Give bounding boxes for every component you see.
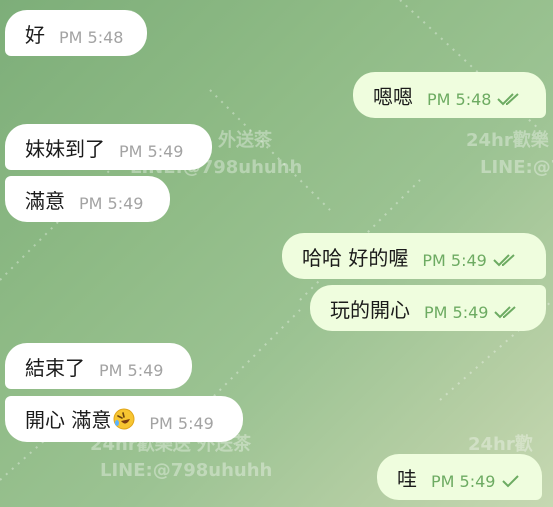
message-bubble-outgoing[interactable]: 嗯嗯 PM 5:48 bbox=[353, 72, 546, 118]
watermark-text: 24hr歡 bbox=[468, 434, 533, 455]
message-text: 結束了 bbox=[25, 355, 85, 380]
message-text-content: 開心 滿意 bbox=[25, 407, 112, 432]
message-bubble-incoming[interactable]: 妹妹到了 PM 5:49 bbox=[5, 124, 212, 170]
rofl-emoji-icon bbox=[113, 408, 135, 435]
message-bubble-incoming[interactable]: 滿意 PM 5:49 bbox=[5, 176, 170, 222]
message-text: 滿意 bbox=[25, 188, 65, 213]
message-time: PM 5:48 bbox=[59, 27, 124, 47]
message-time: PM 5:49 bbox=[149, 413, 214, 433]
message-time: PM 5:49 bbox=[424, 302, 489, 322]
message-text: 好 bbox=[25, 22, 45, 47]
watermark-text: 24hr歡樂 bbox=[466, 130, 549, 151]
watermark-text: LINE:@798uhuhh bbox=[100, 460, 273, 481]
message-text: 哈哈 好的喔 bbox=[302, 245, 409, 270]
watermark-text: LINE:@7 bbox=[480, 157, 553, 178]
message-text: 妹妹到了 bbox=[25, 136, 105, 161]
message-text: 玩的開心 bbox=[330, 297, 410, 322]
message-time: PM 5:49 bbox=[99, 360, 164, 380]
message-bubble-outgoing[interactable]: 哈哈 好的喔 PM 5:49 bbox=[282, 233, 546, 279]
read-double-check-icon bbox=[494, 305, 520, 319]
message-bubble-incoming[interactable]: 結束了 PM 5:49 bbox=[5, 343, 192, 389]
read-double-check-icon bbox=[497, 92, 523, 106]
message-bubble-outgoing[interactable]: 哇 PM 5:49 bbox=[377, 454, 542, 500]
message-text: 開心 滿意 bbox=[25, 404, 135, 435]
message-text: 哇 bbox=[397, 466, 417, 491]
message-bubble-outgoing[interactable]: 玩的開心 PM 5:49 bbox=[310, 285, 546, 331]
message-time: PM 5:49 bbox=[119, 141, 184, 161]
message-bubble-incoming[interactable]: 開心 滿意 PM 5:49 bbox=[5, 396, 243, 442]
message-text: 嗯嗯 bbox=[373, 84, 413, 109]
message-time: PM 5:48 bbox=[427, 89, 492, 109]
message-time: PM 5:49 bbox=[422, 250, 487, 270]
message-bubble-incoming[interactable]: 好 PM 5:48 bbox=[5, 10, 147, 56]
message-time: PM 5:49 bbox=[431, 471, 496, 491]
message-time: PM 5:49 bbox=[79, 193, 144, 213]
watermark-text: 外送茶 bbox=[218, 130, 272, 151]
sent-single-check-icon bbox=[501, 474, 521, 488]
read-double-check-icon bbox=[493, 253, 519, 267]
